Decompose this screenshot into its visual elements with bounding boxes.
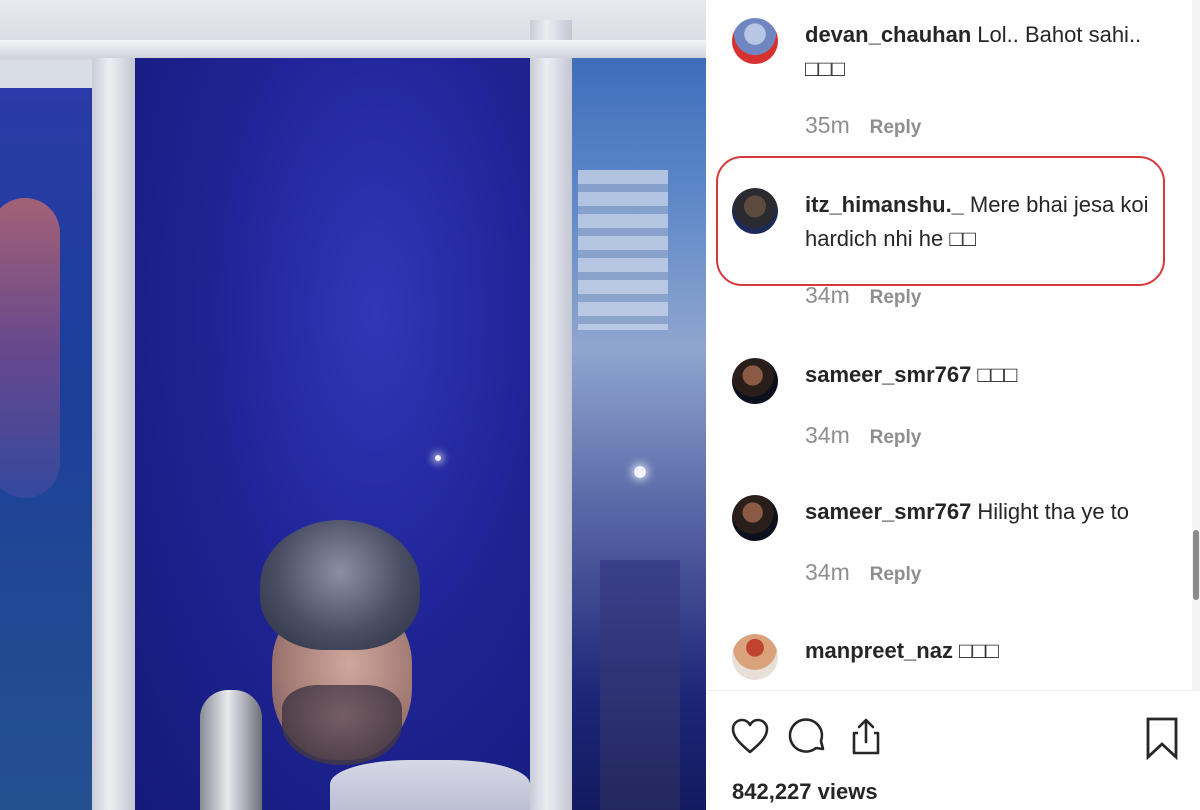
comment-username[interactable]: sameer_smr767 (805, 362, 971, 387)
scrollbar[interactable] (1192, 0, 1200, 690)
reply-button[interactable]: Reply (870, 287, 922, 308)
beard (282, 685, 402, 765)
comment-meta: 34m Reply (805, 282, 921, 309)
avatar[interactable] (732, 188, 778, 234)
comment-body: □□□ (958, 638, 999, 663)
hair (260, 520, 420, 650)
avatar[interactable] (732, 358, 778, 404)
reply-button[interactable]: Reply (870, 117, 922, 138)
comment-time: 35m (805, 112, 850, 138)
reply-button[interactable]: Reply (870, 564, 922, 585)
avatar[interactable] (732, 495, 778, 541)
comment-text: devan_chauhan Lol.. Bahot sahi.. □□□ (805, 18, 1175, 86)
comment-body: □□□ (977, 362, 1018, 387)
comment-text: sameer_smr767 □□□ (805, 358, 1175, 392)
comment-text: manpreet_naz □□□ (805, 634, 1175, 668)
blinds (578, 170, 668, 330)
heart-outline-icon[interactable] (730, 717, 770, 757)
comment-meta: 34m Reply (805, 422, 921, 449)
comment-time: 34m (805, 282, 850, 308)
scrollbar-thumb[interactable] (1193, 530, 1199, 600)
action-bar: 842,227 views (706, 691, 1200, 810)
person (200, 510, 530, 810)
comment-username[interactable]: itz_himanshu._ (805, 192, 964, 217)
bottle (200, 690, 262, 810)
comment-username[interactable]: sameer_smr767 (805, 499, 971, 524)
shirt (330, 760, 530, 810)
post-media[interactable] (0, 0, 706, 810)
bookmark-outline-icon[interactable] (1142, 717, 1182, 761)
ceiling-lamp (634, 466, 646, 478)
share-upload-icon[interactable] (846, 717, 886, 757)
comment-text: sameer_smr767 Hilight tha ye to (805, 495, 1175, 529)
comments-panel[interactable]: devan_chauhan Lol.. Bahot sahi.. □□□ 35m … (706, 0, 1200, 690)
reflection (0, 198, 60, 498)
window-frame-center (530, 20, 572, 810)
window-frame-left (92, 55, 135, 810)
comment-text: itz_himanshu._ Mere bhai jesa koi hardich… (805, 188, 1175, 256)
comment-time: 34m (805, 559, 850, 585)
building (600, 560, 680, 810)
speech-bubble-icon[interactable] (788, 717, 828, 757)
comment-username[interactable]: manpreet_naz (805, 638, 953, 663)
comment-username[interactable]: devan_chauhan (805, 22, 971, 47)
avatar[interactable] (732, 634, 778, 680)
comment-body: Hilight tha ye to (977, 499, 1130, 524)
light-dot (435, 455, 441, 461)
reply-button[interactable]: Reply (870, 427, 922, 448)
window-pane-right (570, 40, 706, 810)
view-count: 842,227 views (732, 779, 878, 804)
comment-meta: 35m Reply (805, 112, 921, 139)
window-pane-left (0, 88, 92, 810)
avatar[interactable] (732, 18, 778, 64)
window-frame-top (0, 40, 706, 58)
comment-meta: 34m Reply (805, 559, 921, 586)
comment-time: 34m (805, 422, 850, 448)
